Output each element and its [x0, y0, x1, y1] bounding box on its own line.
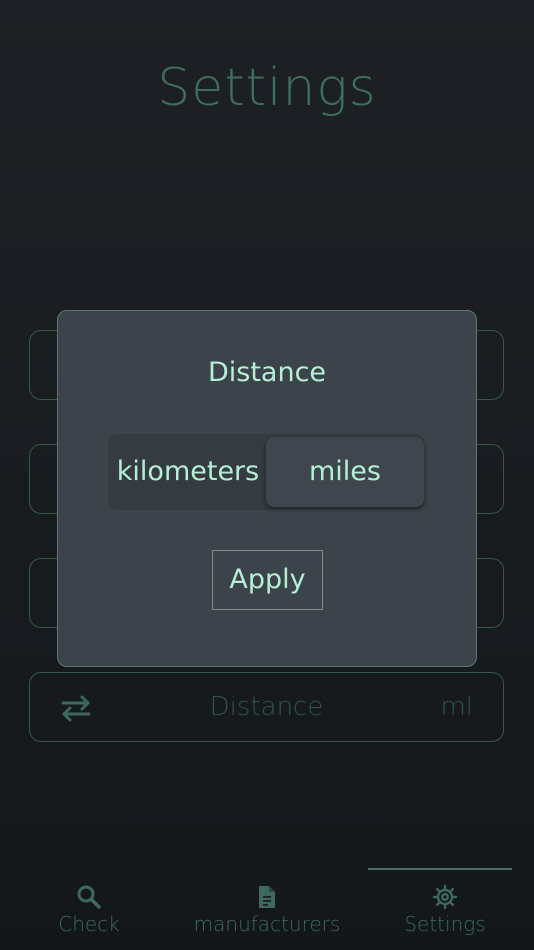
dialog-title: Distance	[207, 357, 327, 388]
active-tab-indicator	[368, 868, 512, 870]
nav-label-manufacturers: manufacturers	[193, 912, 341, 936]
gear-icon	[432, 884, 458, 910]
document-icon	[259, 886, 275, 908]
settings-row-distance[interactable]: Distance ml	[29, 672, 504, 742]
distance-dialog: Distance kilometers miles Apply	[57, 310, 477, 667]
nav-label-check: Check	[58, 912, 120, 936]
page-title: Settings	[157, 58, 377, 118]
settings-row-label: Distance	[209, 692, 324, 722]
nav-manufacturers[interactable]: manufacturers	[178, 884, 356, 944]
miles-option[interactable]: miles	[266, 437, 424, 507]
nav-label-settings: Settings	[404, 912, 486, 936]
nav-check[interactable]: Check	[0, 884, 178, 944]
settings-row-value: ml	[440, 692, 473, 722]
unit-segmented-control: kilometers miles	[108, 434, 424, 510]
nav-settings[interactable]: Settings	[356, 884, 534, 944]
search-icon	[77, 885, 101, 909]
kilometers-option[interactable]: kilometers	[108, 434, 268, 510]
apply-button[interactable]: Apply	[212, 550, 323, 610]
